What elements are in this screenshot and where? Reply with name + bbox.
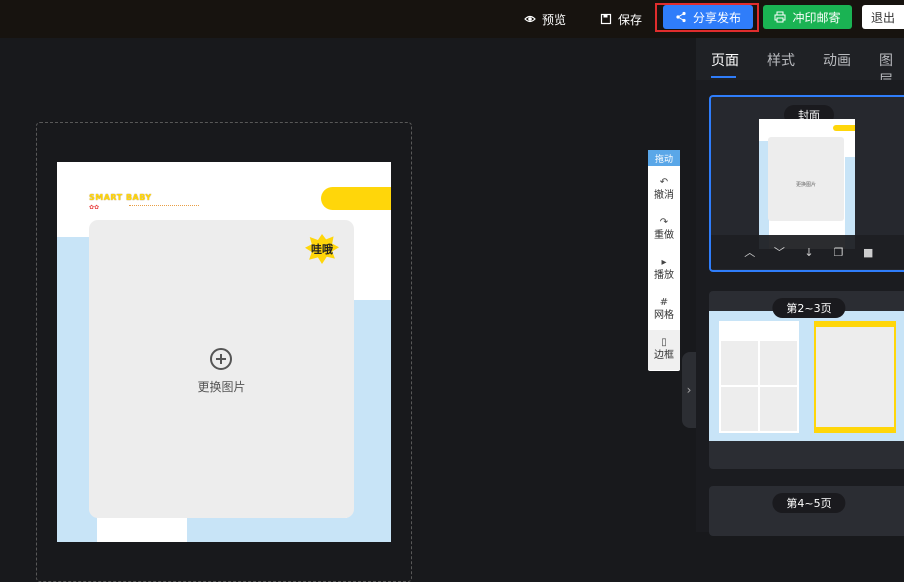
frame-icon: ▯ <box>661 337 667 348</box>
undo-icon: ↶ <box>659 177 669 188</box>
add-circle-icon[interactable] <box>210 348 232 370</box>
page-card-cover[interactable]: 封面 更换图片 ︿ ﹀ ↓ ❐ ■ <box>709 95 904 272</box>
play-button[interactable]: ▸ 播放 <box>648 250 680 290</box>
grid-photo <box>760 387 797 431</box>
panel-tabs: 页面 样式 动画 图层 <box>696 38 904 89</box>
active-tab-indicator <box>711 76 736 78</box>
floppy-icon <box>600 13 612 25</box>
save-label: 保存 <box>618 12 643 27</box>
thumb-photo-label: 更换图片 <box>795 182 816 188</box>
print-label: 冲印邮寄 <box>792 10 841 25</box>
tool-rail: 拖动 ↶ 撤消 ↷ 重做 ▸ 播放 # 网格 ▯ 边框 <box>648 150 680 371</box>
eye-icon <box>524 15 536 23</box>
grid-label: 网格 <box>654 310 674 321</box>
undo-button[interactable]: ↶ 撤消 <box>648 170 680 210</box>
move-down-icon[interactable]: ﹀ <box>772 244 786 260</box>
grid-photo <box>760 341 797 385</box>
trash-icon[interactable]: ■ <box>861 246 875 259</box>
frame-label: 边框 <box>654 350 674 361</box>
grid-photo <box>721 341 758 385</box>
grid-toggle[interactable]: # 网格 <box>648 290 680 330</box>
grid-photo <box>721 387 758 431</box>
page-card-2-3[interactable]: 第2~3页 <box>709 291 904 469</box>
photo-grid <box>721 341 797 431</box>
share-publish-button[interactable]: 分享发布 <box>663 5 753 29</box>
move-up-icon[interactable]: ︿ <box>743 244 757 260</box>
collapse-panel-button[interactable]: › <box>682 352 696 428</box>
thumb-yellow-banner <box>833 125 855 131</box>
exit-label: 退出 <box>870 10 895 25</box>
grid-icon: # <box>659 297 669 308</box>
save-button[interactable]: 保存 <box>600 10 642 28</box>
sticker-text: 哇哦 <box>311 243 333 256</box>
tab-animations[interactable]: 动画 <box>823 50 851 70</box>
printer-icon <box>774 11 786 23</box>
brand-decoration: ✿✿ <box>89 204 100 211</box>
photo-frame[interactable]: 更换图片 <box>89 220 354 518</box>
yellow-banner <box>321 187 391 210</box>
album-page[interactable]: SMART BABY ✿✿ 更换图片 哇哦 <box>57 162 391 542</box>
copy-icon[interactable]: ❐ <box>832 246 846 259</box>
frame-toggle[interactable]: ▯ 边框 <box>648 330 680 370</box>
top-toolbar: 预览 保存 分享发布 冲印邮寄 退出 <box>0 0 904 38</box>
tab-styles[interactable]: 样式 <box>767 50 795 70</box>
preview-button[interactable]: 预览 <box>524 10 566 28</box>
play-label: 播放 <box>654 270 674 281</box>
redo-label: 重做 <box>654 230 674 241</box>
share-icon <box>676 11 686 23</box>
redo-button[interactable]: ↷ 重做 <box>648 210 680 250</box>
page-card-label: 第2~3页 <box>772 298 846 318</box>
print-mail-button[interactable]: 冲印邮寄 <box>763 5 852 29</box>
page-card-actions: ︿ ﹀ ↓ ❐ ■ <box>711 235 904 269</box>
preview-label: 预览 <box>542 12 567 27</box>
brand-title[interactable]: SMART BABY <box>89 193 152 202</box>
spread-left-page <box>719 321 799 433</box>
spread-thumbnail <box>709 311 904 441</box>
tab-pages[interactable]: 页面 <box>711 50 739 70</box>
insert-below-icon[interactable]: ↓ <box>802 246 816 259</box>
spread-right-page <box>814 321 896 433</box>
bg-block-bottom <box>187 518 391 542</box>
drag-handle[interactable]: 拖动 <box>648 150 680 166</box>
brand-dotted-line <box>129 205 199 206</box>
canvas-workspace: SMART BABY ✿✿ 更换图片 哇哦 <box>0 38 696 582</box>
play-icon: ▸ <box>661 257 667 268</box>
redo-icon: ↷ <box>659 217 669 228</box>
spread-right-photo <box>816 327 894 427</box>
replace-photo-label[interactable]: 更换图片 <box>89 378 354 395</box>
page-thumbnail: 更换图片 <box>759 119 855 249</box>
chevron-right-icon: › <box>686 383 692 397</box>
undo-label: 撤消 <box>654 190 674 201</box>
exit-button[interactable]: 退出 <box>862 5 904 29</box>
share-label: 分享发布 <box>692 10 741 25</box>
page-card-label: 第4~5页 <box>772 493 846 513</box>
page-card-4-5[interactable]: 第4~5页 <box>709 486 904 536</box>
right-panel: 页面 样式 动画 图层 封面 更换图片 ︿ ﹀ ↓ ❐ ■ <box>696 38 904 536</box>
thumb-photo: 更换图片 <box>768 137 844 221</box>
